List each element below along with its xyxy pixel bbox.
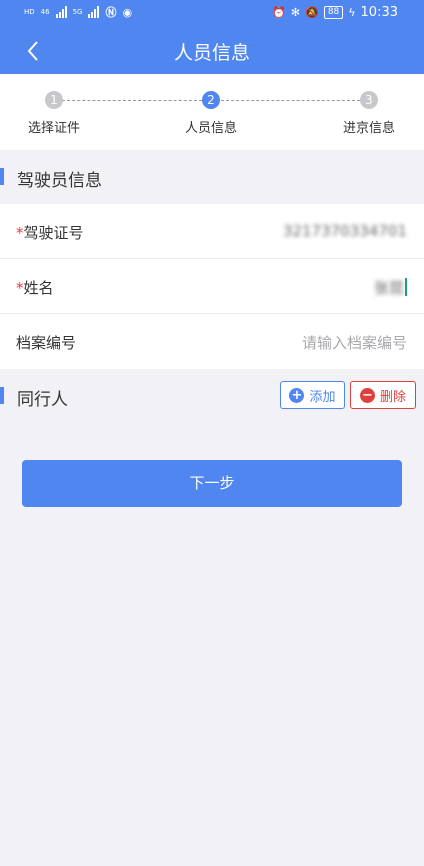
required-mark: * (16, 224, 24, 242)
step-3-number: 3 (360, 91, 378, 109)
network-type-label: 46 (40, 7, 50, 16)
driver-section-title: 驾驶员信息 (17, 171, 102, 191)
bluetooth-icon: ✻ (290, 6, 301, 19)
signal-icon-2 (88, 6, 100, 18)
license-number-row[interactable]: *驾驶证号 3217370334701 (0, 204, 424, 259)
alarm-icon: ⏰ (272, 6, 286, 19)
network-5g-label: 5G (72, 7, 83, 16)
add-companion-button[interactable]: + 添加 (280, 381, 345, 409)
text-cursor (405, 278, 407, 296)
name-value: 张昆 (373, 279, 404, 297)
status-left-group: HD 46 5G Ⓝ ◉ (24, 4, 132, 20)
required-mark: * (16, 279, 24, 297)
license-number-field[interactable]: 3217370334701 (283, 222, 407, 240)
step-indicator: 1 选择证件 2 人员信息 3 进京信息 (0, 74, 424, 150)
nfc-icon: Ⓝ (105, 6, 117, 19)
license-number-label-text: 驾驶证号 (23, 224, 84, 242)
step-1: 1 选择证件 (9, 91, 99, 136)
name-label-text: 姓名 (23, 279, 54, 297)
step-2-label: 人员信息 (184, 121, 237, 136)
step-1-number: 1 (45, 91, 63, 109)
page-title: 人员信息 (173, 42, 250, 64)
section-accent-bar (0, 387, 4, 404)
step-3-label: 进京信息 (342, 121, 395, 136)
signal-icon (55, 6, 67, 18)
delete-companion-button[interactable]: − 删除 (350, 381, 416, 409)
next-step-button[interactable]: 下一步 (22, 460, 402, 507)
name-label: *姓名 (16, 277, 54, 298)
file-number-input[interactable]: 请输入档案编号 (302, 332, 407, 353)
delete-label: 删除 (379, 389, 406, 405)
step-3: 3 进京信息 (324, 91, 414, 136)
battery-level: 88 (323, 6, 344, 19)
companion-section-title: 同行人 (17, 390, 68, 410)
step-1-label: 选择证件 (27, 121, 80, 136)
file-number-label: 档案编号 (16, 334, 77, 352)
file-number-row[interactable]: 档案编号 请输入档案编号 (0, 314, 424, 369)
step-2-number: 2 (202, 91, 220, 109)
name-field[interactable]: 张昆 (374, 277, 407, 298)
plus-circle-icon: + (289, 387, 305, 403)
add-label: 添加 (309, 389, 336, 405)
minus-circle-icon: − (359, 387, 375, 403)
hd-label: HD (24, 7, 35, 16)
license-number-label: *驾驶证号 (16, 222, 84, 243)
clock: 10:33 (360, 5, 398, 20)
name-row[interactable]: *姓名 张昆 (0, 259, 424, 314)
mute-icon: 🔕 (305, 6, 319, 19)
nav-bar: 人员信息 (0, 28, 424, 74)
section-accent-bar (0, 168, 4, 185)
status-right-group: ⏰ ✻ 🔕 88 ϟ 10:33 (272, 5, 398, 20)
driver-section-header: 驾驶员信息 (0, 150, 424, 204)
charging-icon: ϟ (348, 6, 356, 19)
chat-icon: ◉ (122, 5, 133, 19)
step-2: 2 人员信息 (166, 91, 256, 136)
status-bar: HD 46 5G Ⓝ ◉ ⏰ ✻ 🔕 88 ϟ 10:33 (0, 0, 424, 28)
